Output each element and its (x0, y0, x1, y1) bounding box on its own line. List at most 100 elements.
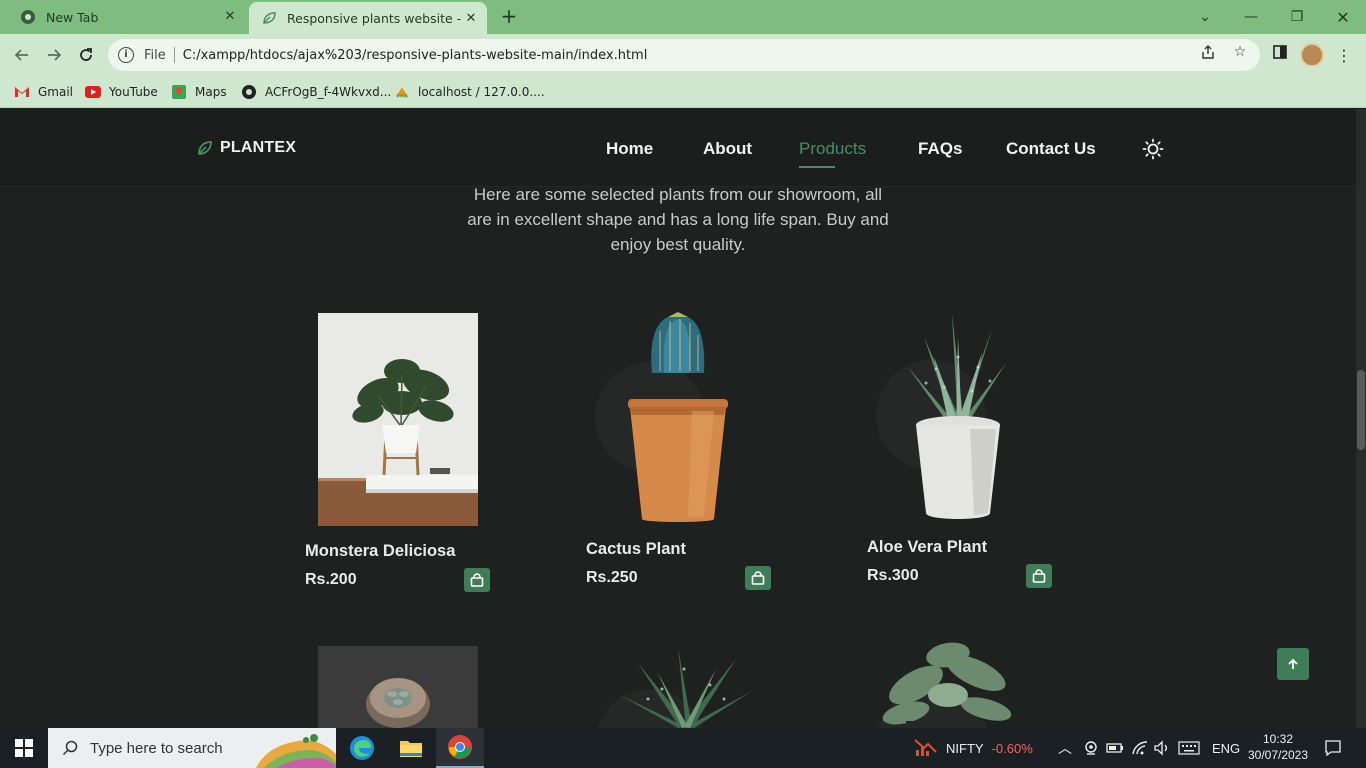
menu-kebab-icon[interactable]: ⋮ (1336, 46, 1352, 65)
divider (173, 47, 175, 63)
intro-line: enjoy best quality. (610, 235, 746, 254)
restore-button[interactable]: ❐ (1274, 0, 1320, 34)
windows-taskbar: Type here to search NIFTY -0.60% ︿ ENG 1… (0, 728, 1366, 768)
products-intro: Here are some selected plants from our s… (448, 182, 908, 257)
gmail-icon (14, 84, 30, 100)
site-header: PLANTEX Home About Products FAQs Contact… (0, 109, 1356, 187)
close-window-button[interactable]: ✕ (1320, 0, 1366, 34)
system-clock[interactable]: 10:32 30/07/2023 (1246, 731, 1310, 763)
tab-search-chevron-icon[interactable]: ⌄ (1182, 0, 1228, 34)
haworthia-plant-image (620, 647, 752, 728)
bookmark-youtube[interactable]: YouTube (85, 82, 158, 102)
shopping-bag-icon (1032, 569, 1046, 583)
clock-time: 10:32 (1262, 732, 1294, 746)
info-icon[interactable]: i (118, 47, 134, 63)
language-label: ENG (1212, 740, 1241, 756)
clock-date: 30/07/2023 (1247, 748, 1309, 762)
new-tab-button[interactable]: + (497, 4, 521, 28)
nav-contact-us[interactable]: Contact Us (1006, 139, 1096, 159)
close-tab-icon[interactable]: ✕ (463, 11, 479, 27)
leafy-plant-image (882, 642, 1012, 728)
file-explorer-app-icon[interactable] (387, 728, 435, 768)
tab-title: Responsive plants website - Bedi (287, 10, 465, 26)
side-panel-icon[interactable] (1270, 42, 1290, 62)
monstera-plant-image (318, 313, 478, 526)
minimize-button[interactable]: — (1228, 0, 1274, 34)
svg-text:PMA: PMA (397, 93, 409, 99)
tab-title: New Tab (46, 9, 99, 25)
share-icon[interactable] (1198, 42, 1218, 62)
wifi-icon[interactable] (1131, 728, 1149, 768)
search-highlight-illustration-icon (256, 734, 336, 768)
webcam-icon[interactable] (1083, 728, 1099, 768)
profile-avatar[interactable] (1300, 43, 1324, 67)
nav-about[interactable]: About (703, 139, 752, 159)
intro-line: Here are some selected plants from our s… (473, 185, 883, 204)
scrollbar-thumb[interactable] (1357, 370, 1365, 450)
bookmark-label: ACFrOgB_f-4Wkvxd... (265, 85, 392, 99)
stock-down-chart-icon (914, 739, 937, 756)
phpmyadmin-icon: PMA (394, 84, 410, 100)
leaf-icon (261, 10, 277, 26)
show-hidden-icons-chevron-icon[interactable]: ︿ (1058, 728, 1072, 768)
arrow-up-icon (1288, 658, 1298, 669)
bookmark-label: Gmail (38, 85, 74, 99)
aloe-vera-plant-image (908, 313, 1006, 519)
tab-new-tab[interactable]: New Tab ✕ (0, 0, 246, 34)
sun-icon[interactable] (1142, 138, 1164, 160)
start-button[interactable] (0, 728, 48, 768)
bookmark-gmail[interactable]: Gmail (14, 82, 73, 102)
reload-icon (80, 48, 92, 61)
intro-line: are in excellent shape and has a long li… (467, 210, 889, 229)
youtube-icon (85, 84, 101, 100)
language-indicator[interactable]: ENG (1212, 728, 1240, 768)
nav-faqs[interactable]: FAQs (918, 139, 962, 159)
windows-logo-icon (15, 739, 33, 757)
add-to-cart-button[interactable] (745, 566, 771, 590)
battery-icon[interactable] (1106, 728, 1124, 768)
add-to-cart-button[interactable] (1026, 564, 1052, 588)
bookmark-maps[interactable]: Maps (171, 82, 227, 102)
notifications-icon[interactable] (1324, 728, 1342, 768)
arrow-left-icon (14, 49, 28, 61)
tab-plants-website[interactable]: Responsive plants website - Bedi ✕ (249, 2, 487, 34)
add-to-cart-button[interactable] (464, 568, 490, 592)
forward-button[interactable] (42, 43, 66, 67)
edge-app-icon[interactable] (338, 728, 386, 768)
shopping-bag-icon (751, 571, 765, 585)
search-icon (62, 740, 78, 756)
taskbar-search-box[interactable]: Type here to search (48, 728, 336, 768)
page-viewport: PLANTEX Home About Products FAQs Contact… (0, 109, 1356, 728)
star-icon[interactable]: ☆ (1230, 42, 1250, 62)
volume-icon[interactable] (1153, 728, 1171, 768)
chrome-icon (20, 9, 36, 25)
product-price: Rs.200 (305, 571, 357, 588)
logo-text: PLANTEX (220, 139, 297, 156)
reload-button[interactable] (74, 43, 98, 67)
stock-widget[interactable]: NIFTY -0.60% (914, 728, 1033, 768)
nav-home[interactable]: Home (606, 139, 653, 159)
keyboard-icon[interactable] (1178, 728, 1200, 768)
browser-toolbar: i File C:/xampp/htdocs/ajax%203/responsi… (0, 34, 1366, 76)
shopping-bag-icon (470, 573, 484, 587)
address-bar[interactable]: i File C:/xampp/htdocs/ajax%203/responsi… (108, 39, 1260, 71)
back-button[interactable] (10, 43, 34, 67)
stock-name: NIFTY (946, 740, 984, 756)
scroll-to-top-button[interactable] (1277, 648, 1309, 680)
bookmark-label: Maps (195, 85, 227, 99)
search-placeholder: Type here to search (90, 739, 223, 757)
product-name: Cactus Plant (586, 540, 686, 558)
nav-products[interactable]: Products (799, 139, 866, 159)
globe-icon (241, 84, 257, 100)
bookmark-localhost[interactable]: PMA localhost / 127.0.0.... (394, 82, 545, 102)
bookmark-label: localhost / 127.0.0.... (418, 85, 545, 99)
leaf-icon (198, 141, 212, 155)
close-tab-icon[interactable]: ✕ (222, 9, 238, 25)
site-logo[interactable]: PLANTEX (196, 139, 296, 157)
bookmark-acfr[interactable]: ACFrOgB_f-4Wkvxd... (241, 82, 391, 102)
chrome-app-icon[interactable] (436, 728, 484, 768)
product-name: Aloe Vera Plant (867, 538, 988, 556)
browser-tab-strip: New Tab ✕ Responsive plants website - Be… (0, 0, 1366, 34)
stock-change: -0.60% (991, 740, 1033, 756)
url-text[interactable]: C:/xampp/htdocs/ajax%203/responsive-plan… (183, 48, 648, 63)
